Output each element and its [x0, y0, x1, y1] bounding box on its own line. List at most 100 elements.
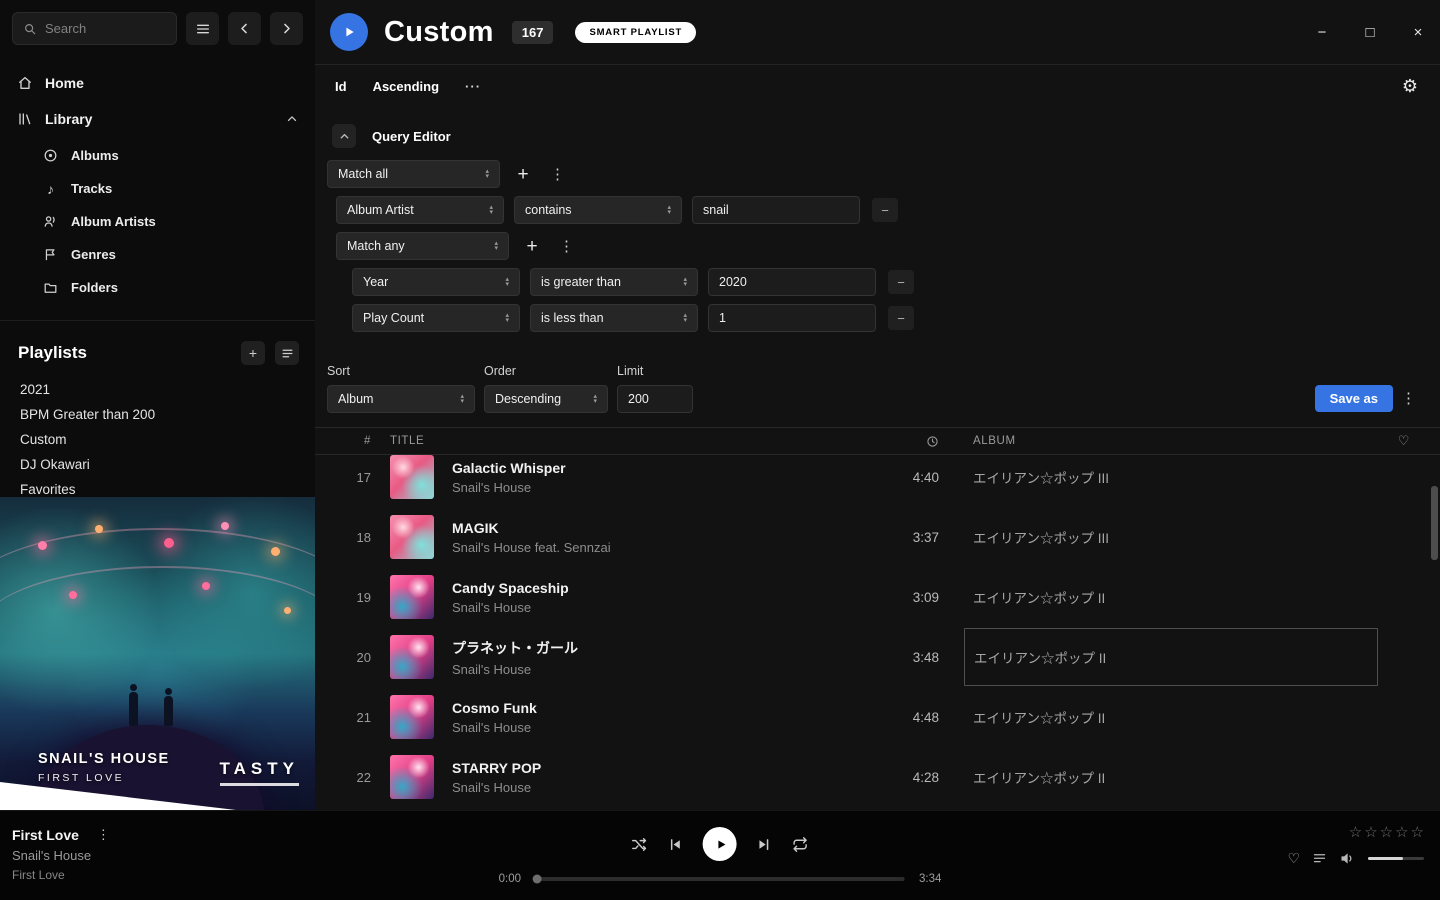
- track-album-cell-focused[interactable]: エイリアン☆ポップ II: [964, 628, 1378, 686]
- rule-value-input[interactable]: [708, 268, 876, 296]
- remove-rule-button[interactable]: −: [888, 306, 914, 330]
- maximize-button[interactable]: □: [1360, 24, 1380, 41]
- window-controls: − □ ×: [1312, 0, 1428, 64]
- playlist-item[interactable]: DJ Okawari: [20, 452, 299, 477]
- search-box[interactable]: [12, 12, 177, 45]
- rule-group-menu-button[interactable]: ⋮: [546, 165, 569, 183]
- rule-field-select[interactable]: Album Artist ▴▾: [336, 196, 504, 224]
- rule-operator-select[interactable]: is greater than ▴▾: [530, 268, 698, 296]
- player-bar: First Love ⋮ Snail's House First Love: [0, 810, 1440, 900]
- rule-value-input[interactable]: [692, 196, 860, 224]
- shuffle-button[interactable]: [631, 836, 648, 853]
- add-rule-button[interactable]: +: [510, 161, 536, 187]
- repeat-button[interactable]: [792, 836, 809, 853]
- sidebar-item-genres[interactable]: Genres: [0, 238, 315, 271]
- folder-icon: [42, 280, 59, 295]
- sidebar-item-album-artists[interactable]: Album Artists: [0, 205, 315, 238]
- table-row[interactable]: 22 STARRY POP Snail's House 4:28 エイリアン☆ポ…: [315, 747, 1440, 807]
- menu-button[interactable]: [186, 12, 219, 45]
- lantern-glow: [271, 547, 280, 556]
- forward-button[interactable]: [270, 12, 303, 45]
- sidebar-item-folders[interactable]: Folders: [0, 271, 315, 304]
- close-button[interactable]: ×: [1408, 24, 1428, 41]
- player-right-controls: ☆ ☆ ☆ ☆ ☆ ♡: [1287, 823, 1424, 867]
- sort-select[interactable]: Album ▴▾: [327, 385, 475, 413]
- favorite-column-heart-icon[interactable]: ♡: [1365, 433, 1440, 449]
- table-row[interactable]: 18 MAGIK Snail's House feat. Sennzai 3:3…: [315, 507, 1440, 567]
- limit-input[interactable]: [617, 385, 693, 413]
- sidebar-item-albums[interactable]: Albums: [0, 139, 315, 172]
- match-type-select[interactable]: Match all ▴▾: [327, 160, 500, 188]
- minimize-button[interactable]: −: [1312, 24, 1332, 41]
- seek-handle[interactable]: [533, 875, 542, 884]
- now-playing-artist[interactable]: Snail's House: [12, 848, 114, 863]
- volume-icon[interactable]: [1339, 850, 1356, 867]
- sort-field-button[interactable]: Id: [335, 79, 347, 94]
- rating-star[interactable]: ☆: [1380, 823, 1393, 841]
- select-arrows-icon: ▴▾: [667, 205, 671, 215]
- sidebar-item-library[interactable]: Library: [0, 101, 315, 137]
- play-playlist-button[interactable]: [330, 13, 368, 51]
- back-button[interactable]: [228, 12, 261, 45]
- search-input[interactable]: [45, 21, 166, 36]
- sidebar-item-home[interactable]: Home: [0, 65, 315, 101]
- sidebar-toolbar: [0, 0, 315, 57]
- rule-operator-select[interactable]: contains ▴▾: [514, 196, 682, 224]
- table-row[interactable]: 21 Cosmo Funk Snail's House 4:48 エイリアン☆ポ…: [315, 687, 1440, 747]
- previous-track-button[interactable]: [668, 837, 683, 852]
- duration-clock-icon[interactable]: [877, 435, 945, 448]
- rating-star[interactable]: ☆: [1349, 823, 1362, 841]
- album-art-thumbnail: [390, 695, 434, 739]
- column-index[interactable]: #: [315, 435, 377, 447]
- playlist-item[interactable]: 2021: [20, 377, 299, 402]
- rating-star[interactable]: ☆: [1364, 823, 1377, 841]
- match-type-select[interactable]: Match any ▴▾: [336, 232, 509, 260]
- rule-field-select[interactable]: Year ▴▾: [352, 268, 520, 296]
- next-track-button[interactable]: [757, 837, 772, 852]
- volume-slider[interactable]: [1368, 857, 1424, 860]
- chevron-up-icon[interactable]: [285, 112, 299, 126]
- table-row[interactable]: 19 Candy Spaceship Snail's House 3:09 エイ…: [315, 567, 1440, 627]
- play-icon: [715, 838, 728, 851]
- main-scrollbar[interactable]: [1431, 486, 1438, 560]
- save-as-button[interactable]: Save as: [1315, 385, 1393, 412]
- now-playing-menu-button[interactable]: ⋮: [93, 827, 114, 843]
- album-art-thumbnail: [390, 755, 434, 799]
- rule-value-input[interactable]: [708, 304, 876, 332]
- rating-star[interactable]: ☆: [1411, 823, 1424, 841]
- sidebar-item-tracks[interactable]: ♪ Tracks: [0, 172, 315, 205]
- rule-operator-select[interactable]: is less than ▴▾: [530, 304, 698, 332]
- table-row[interactable]: 17 Galactic Whisper Snail's House 4:40 エ…: [315, 455, 1440, 507]
- now-playing-title[interactable]: First Love: [12, 827, 79, 843]
- remove-rule-button[interactable]: −: [872, 198, 898, 222]
- playlist-list-button[interactable]: [275, 341, 299, 365]
- play-pause-button[interactable]: [703, 827, 737, 861]
- column-title[interactable]: TITLE: [377, 435, 877, 447]
- remove-rule-button[interactable]: −: [888, 270, 914, 294]
- more-options-button[interactable]: ···: [465, 79, 481, 94]
- rating-star[interactable]: ☆: [1395, 823, 1408, 841]
- sort-order-button[interactable]: Ascending: [373, 79, 439, 94]
- time-total: 3:34: [919, 873, 941, 885]
- artwork-figure: [129, 692, 138, 726]
- playlist-item[interactable]: Custom: [20, 427, 299, 452]
- gear-icon[interactable]: ⚙: [1402, 76, 1418, 97]
- track-table: # TITLE ALBUM ♡ 17 Galactic Whisper Snai…: [315, 427, 1440, 810]
- table-row[interactable]: 20 プラネット・ガール Snail's House 3:48 エイリアン☆ポッ…: [315, 627, 1440, 687]
- add-playlist-button[interactable]: +: [241, 341, 265, 365]
- seek-bar[interactable]: [535, 877, 905, 881]
- select-arrows-icon: ▴▾: [489, 205, 493, 215]
- queue-icon[interactable]: [1312, 851, 1327, 866]
- order-select[interactable]: Descending ▴▾: [484, 385, 608, 413]
- save-menu-button[interactable]: ⋮: [1397, 389, 1420, 407]
- add-rule-button[interactable]: +: [519, 233, 545, 259]
- volume-fill: [1368, 857, 1403, 860]
- favorite-button[interactable]: ♡: [1287, 850, 1300, 867]
- artwork-artist: SNAIL'S HOUSE: [38, 751, 170, 767]
- rule-field-select[interactable]: Play Count ▴▾: [352, 304, 520, 332]
- column-album[interactable]: ALBUM: [945, 435, 1365, 447]
- playlist-item[interactable]: BPM Greater than 200: [20, 402, 299, 427]
- now-playing-album[interactable]: First Love: [12, 868, 114, 882]
- collapse-query-editor-button[interactable]: [332, 124, 356, 148]
- rule-group-menu-button[interactable]: ⋮: [555, 237, 578, 255]
